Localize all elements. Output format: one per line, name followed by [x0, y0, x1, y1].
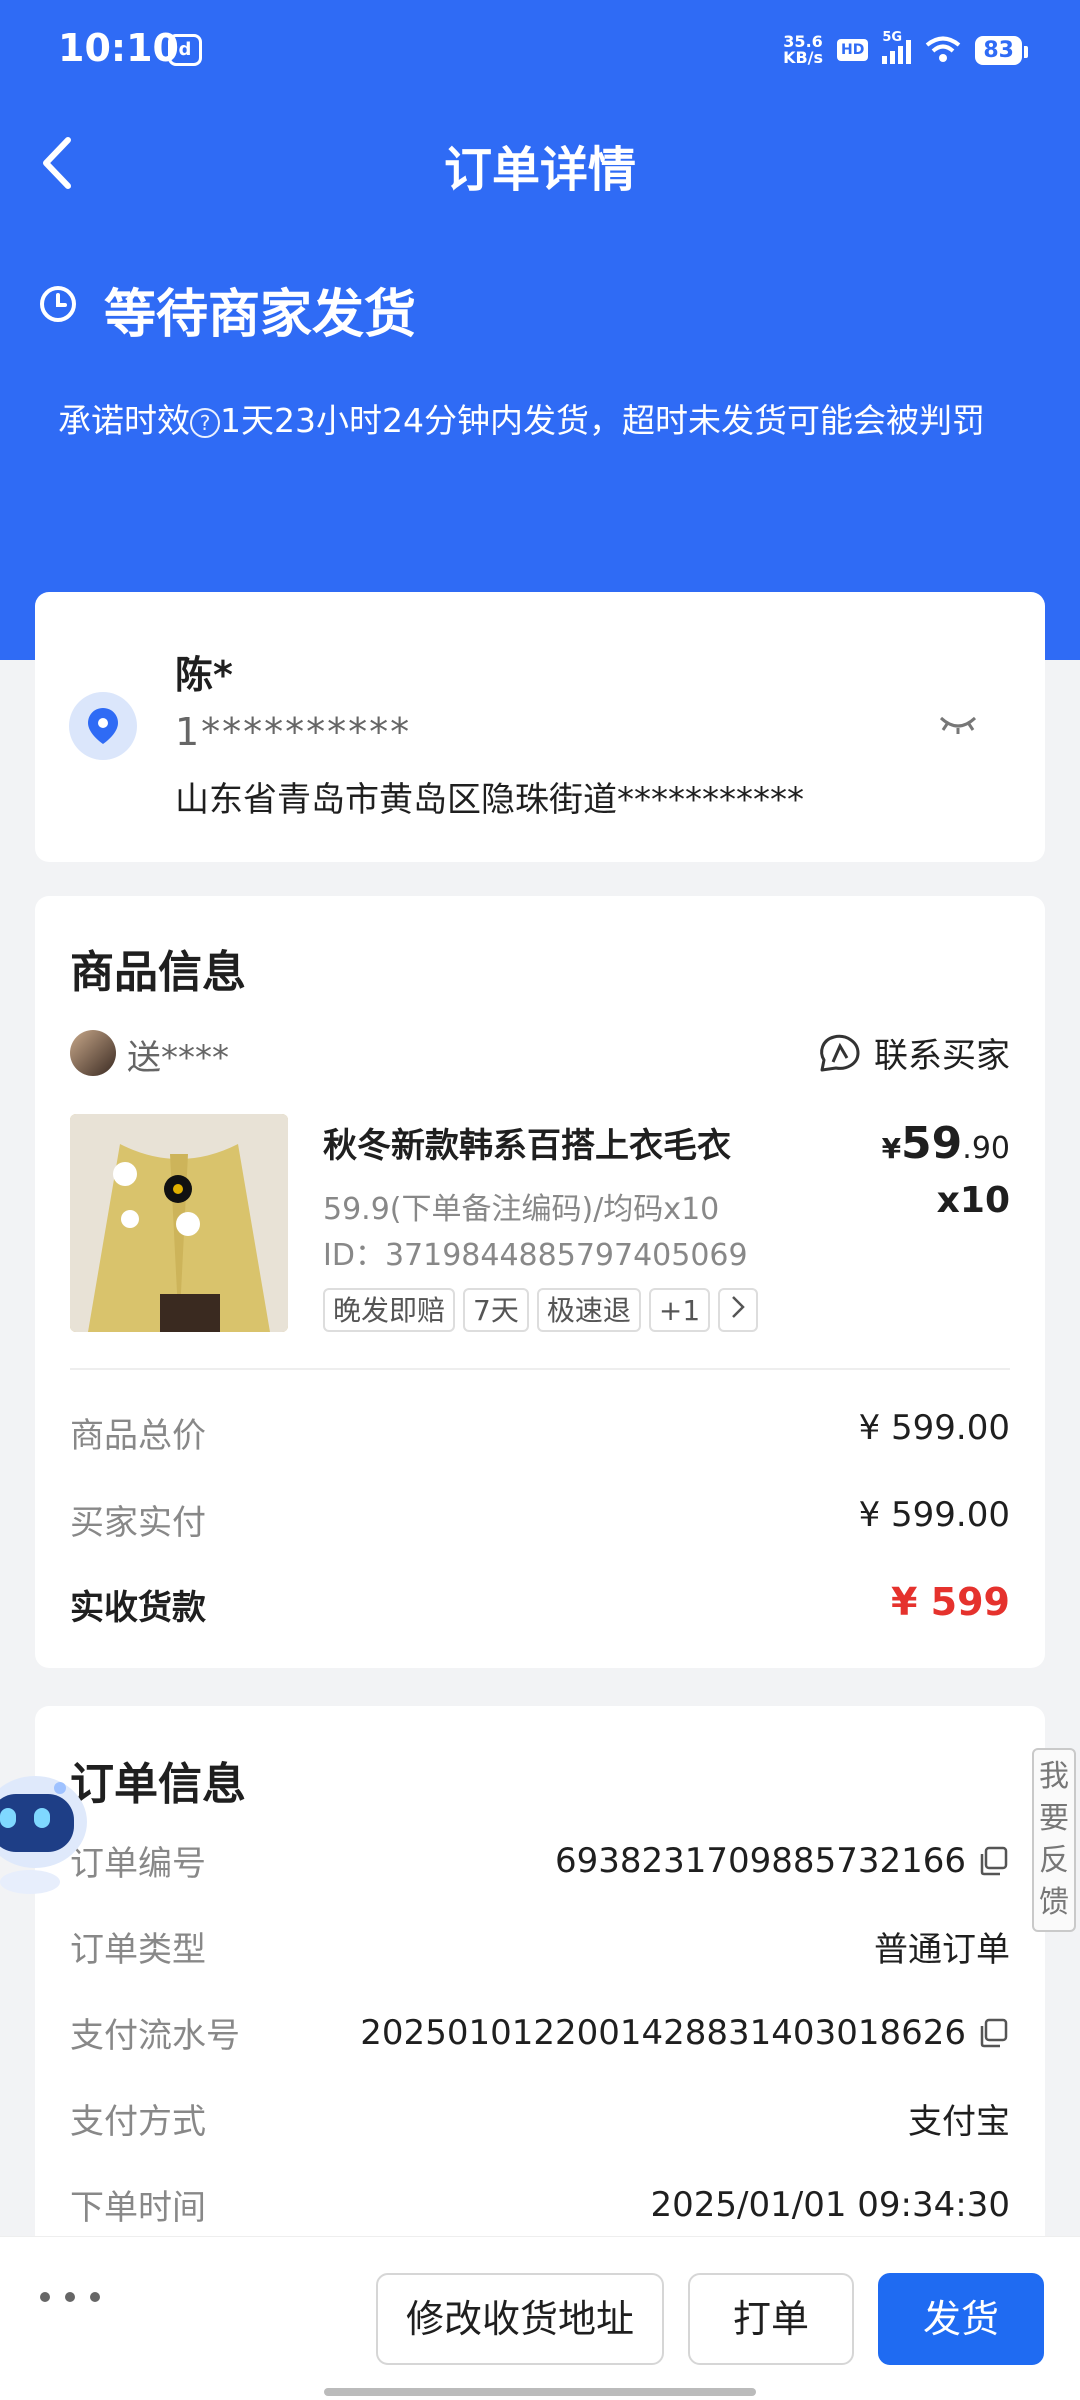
product-image[interactable] [70, 1114, 288, 1332]
location-pin-icon [69, 692, 137, 760]
assistant-robot-icon[interactable] [0, 1742, 100, 1902]
bottom-action-bar: 修改收货地址 打单 发货 [0, 2236, 1080, 2400]
service-tag: 极速退 [536, 1288, 641, 1332]
print-order-button[interactable]: 打单 [688, 2273, 854, 2365]
home-indicator[interactable] [324, 2388, 756, 2396]
clock-icon [40, 286, 76, 322]
product-spec: 59.9(下单备注编码)/均码x10 [323, 1192, 720, 1227]
divider [70, 1368, 1010, 1370]
battery-icon: 83 [975, 35, 1028, 65]
status-bar: 10:10 d 35.6 KB/s HD 5G 83 [0, 0, 1080, 100]
recipient-name: 陈* [175, 653, 233, 697]
goods-card: 商品信息 送**** 联系买家 秋冬新款韩系百搭上衣毛衣 59.9(下单备注编码… [35, 896, 1045, 1668]
cellular-signal-icon: 5G [882, 30, 912, 64]
modify-address-button[interactable]: 修改收货地址 [376, 2273, 664, 2365]
address-card[interactable]: 陈* 1********** 山东省青岛市黄岛区隐珠街道*********** [35, 592, 1045, 862]
more-icon[interactable] [40, 2277, 100, 2317]
wifi-icon [926, 36, 961, 62]
hd-icon: HD [837, 39, 869, 61]
payment-serial-row: 支付流水号 20250101220014288314030186​26 [70, 2008, 1010, 2057]
product-title[interactable]: 秋冬新款韩系百搭上衣毛衣 [323, 1118, 731, 1167]
product-id: ID：3719844885797405069 [323, 1238, 748, 1273]
copy-icon[interactable] [976, 2016, 1010, 2050]
app-notification-icon: d [168, 34, 202, 66]
product-quantity: x10 [936, 1180, 1010, 1221]
order-type-row: 订单类型 普通订单 [70, 1930, 1010, 1970]
order-number-row: 订单编号 6938231709885732166 [70, 1836, 1010, 1885]
chat-bubble-icon [820, 1034, 860, 1071]
summary-row: 商品总价 ¥ 599.00 [70, 1408, 1010, 1456]
chevron-right-icon[interactable] [718, 1288, 759, 1332]
product-price: ¥59.90 [881, 1118, 1010, 1169]
ship-button[interactable]: 发货 [878, 2273, 1044, 2365]
promise-text: 承诺时效? 1天23小时24分钟内发货，超时未发货可能会被判罚 [58, 401, 985, 440]
buyer-name: 送**** [127, 1038, 229, 1078]
service-tag: 7天 [463, 1288, 529, 1332]
contact-buyer-button[interactable]: 联系买家 [816, 1028, 1010, 1077]
eye-closed-icon[interactable] [937, 712, 979, 736]
recipient-address: 山东省青岛市黄岛区隐珠街道*********** [175, 780, 804, 820]
copy-icon[interactable] [976, 1844, 1010, 1878]
help-icon[interactable]: ? [190, 408, 220, 438]
status-time: 10:10 [58, 26, 179, 70]
goods-section-title: 商品信息 [70, 947, 246, 998]
recipient-phone: 1********** [175, 710, 412, 754]
service-tag: +1 [648, 1288, 711, 1332]
status-indicators: 35.6 KB/s HD 5G 83 [783, 28, 1028, 72]
received-amount-row: 实收货款 ¥ 599 [70, 1580, 1010, 1628]
page-title: 订单详情 [443, 142, 636, 198]
service-tag: 晚发即赔 [323, 1288, 456, 1332]
network-speed: 35.6 KB/s [783, 32, 824, 67]
buyer-avatar [70, 1030, 116, 1076]
service-tags[interactable]: 晚发即赔 7天 极速退 +1 [323, 1288, 759, 1332]
order-status-title: 等待商家发货 [104, 285, 417, 345]
summary-row: 买家实付 ¥ 599.00 [70, 1495, 1010, 1543]
feedback-button[interactable]: 我要反馈 [1032, 1748, 1076, 1932]
order-time-row: 下单时间 2025/01/01 09:34:30 [70, 2184, 1010, 2229]
payment-method-row: 支付方式 支付宝 [70, 2102, 1010, 2142]
